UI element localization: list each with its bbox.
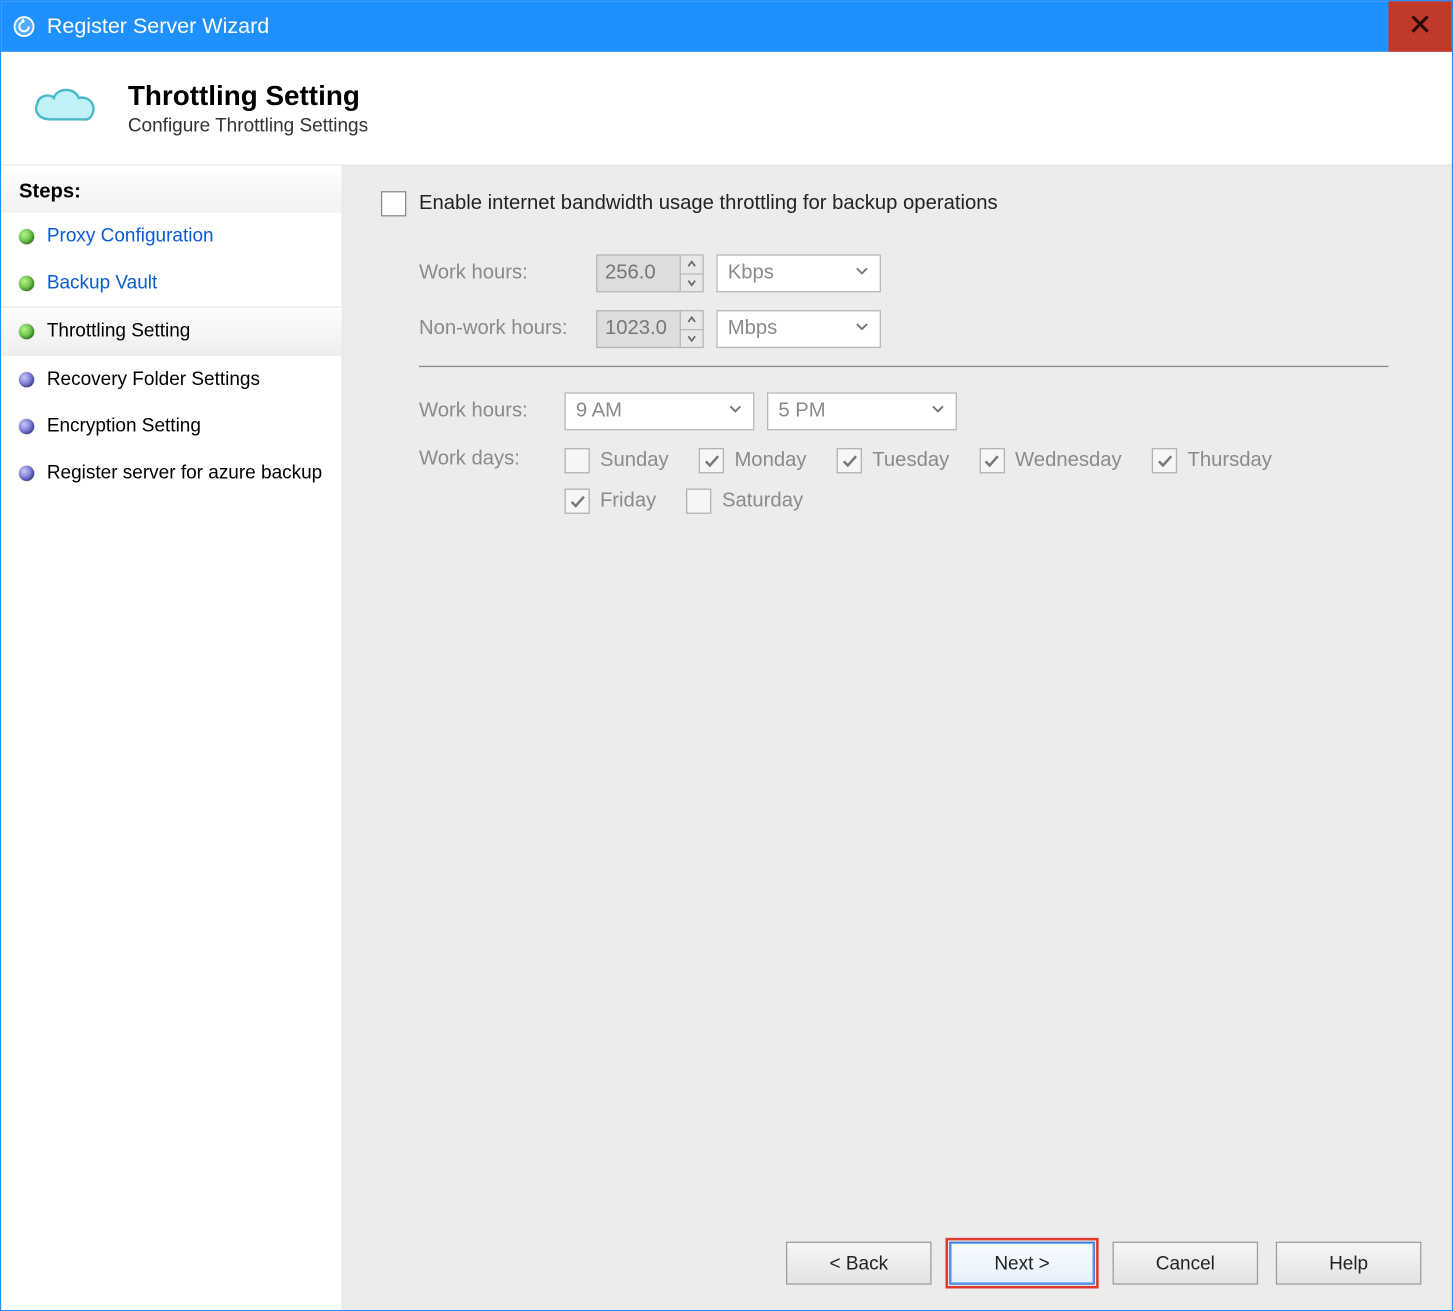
help-button[interactable]: Help: [1276, 1242, 1422, 1285]
next-button[interactable]: Next >: [949, 1242, 1095, 1285]
work-day-option[interactable]: Thursday: [1152, 448, 1272, 473]
enable-throttling-label: Enable internet bandwidth usage throttli…: [419, 192, 998, 215]
work-start-select[interactable]: 9 AM: [565, 392, 755, 430]
spinner-down-icon[interactable]: [681, 274, 703, 291]
back-button[interactable]: < Back: [786, 1242, 932, 1285]
chevron-down-icon: [728, 400, 743, 423]
close-icon: [1410, 12, 1430, 41]
enable-throttling-checkbox[interactable]: [381, 191, 406, 216]
steps-sidebar: Steps: Proxy Configuration Backup Vault Th…: [1, 166, 343, 1310]
work-day-checkbox[interactable]: [1152, 448, 1177, 473]
page-title: Throttling Setting: [128, 80, 368, 113]
step-item[interactable]: Recovery Folder Settings: [1, 356, 341, 403]
page-subtitle: Configure Throttling Settings: [128, 115, 368, 137]
work-day-label: Monday: [734, 449, 806, 472]
step-bullet-icon: [19, 371, 34, 386]
step-item[interactable]: Proxy Configuration: [1, 213, 341, 260]
step-label: Proxy Configuration: [47, 225, 214, 247]
step-bullet-icon: [19, 228, 34, 243]
work-day-checkbox[interactable]: [565, 489, 590, 514]
work-day-checkbox[interactable]: [565, 448, 590, 473]
step-bullet-icon: [19, 275, 34, 290]
step-item[interactable]: Backup Vault: [1, 259, 341, 306]
work-day-option[interactable]: Wednesday: [980, 448, 1122, 473]
chevron-down-icon: [854, 262, 869, 285]
nonwork-hours-bw-input[interactable]: 1023.0: [596, 310, 704, 348]
nonwork-hours-bw-label: Non-work hours:: [419, 318, 584, 341]
app-icon: [11, 14, 36, 39]
work-hours-bw-input[interactable]: 256.0: [596, 254, 704, 292]
work-day-label: Sunday: [600, 449, 669, 472]
work-hours-bw-spinner[interactable]: [680, 256, 703, 291]
work-day-option[interactable]: Saturday: [687, 489, 804, 514]
work-hours-bw-label: Work hours:: [419, 262, 584, 285]
chevron-down-icon: [930, 400, 945, 423]
step-bullet-icon: [19, 418, 34, 433]
work-day-option[interactable]: Friday: [565, 489, 657, 514]
work-day-option[interactable]: Monday: [699, 448, 806, 473]
nonwork-hours-bw-spinner[interactable]: [680, 311, 703, 346]
work-days-label: Work days:: [419, 448, 552, 471]
work-day-checkbox[interactable]: [837, 448, 862, 473]
work-hours-time-label: Work hours:: [419, 400, 552, 423]
section-divider: [419, 366, 1389, 367]
main-panel: Enable internet bandwidth usage throttli…: [343, 166, 1452, 1310]
work-day-checkbox[interactable]: [699, 448, 724, 473]
cloud-icon: [27, 80, 103, 137]
work-end-select[interactable]: 5 PM: [767, 392, 957, 430]
chevron-down-icon: [854, 318, 869, 341]
step-label: Recovery Folder Settings: [47, 368, 260, 390]
close-button[interactable]: [1388, 1, 1451, 52]
step-item[interactable]: Throttling Setting: [1, 306, 341, 355]
work-day-checkbox[interactable]: [687, 489, 712, 514]
nonwork-hours-unit-select[interactable]: Mbps: [716, 310, 881, 348]
work-day-label: Thursday: [1187, 449, 1271, 472]
step-item[interactable]: Encryption Setting: [1, 402, 341, 449]
spinner-down-icon[interactable]: [681, 330, 703, 347]
spinner-up-icon[interactable]: [681, 256, 703, 274]
work-day-label: Tuesday: [872, 449, 949, 472]
step-label: Register server for azure backup: [47, 462, 322, 484]
titlebar: Register Server Wizard: [1, 1, 1451, 52]
wizard-window: Register Server Wizard Throttling Settin…: [0, 0, 1453, 1311]
cancel-button[interactable]: Cancel: [1113, 1242, 1259, 1285]
step-label: Encryption Setting: [47, 415, 201, 437]
step-item[interactable]: Register server for azure backup: [1, 449, 341, 496]
steps-heading: Steps:: [1, 171, 341, 213]
work-hours-unit-select[interactable]: Kbps: [716, 254, 881, 292]
step-label: Backup Vault: [47, 272, 157, 294]
work-day-label: Saturday: [722, 490, 803, 513]
work-day-label: Friday: [600, 490, 656, 513]
work-day-option[interactable]: Tuesday: [837, 448, 949, 473]
work-day-option[interactable]: Sunday: [565, 448, 669, 473]
wizard-header: Throttling Setting Configure Throttling …: [1, 52, 1451, 166]
window-title: Register Server Wizard: [47, 14, 269, 39]
wizard-footer: < Back Next > Cancel Help: [786, 1242, 1421, 1285]
step-label: Throttling Setting: [47, 320, 191, 342]
work-day-checkbox[interactable]: [980, 448, 1005, 473]
step-bullet-icon: [19, 465, 34, 480]
work-day-label: Wednesday: [1015, 449, 1122, 472]
spinner-up-icon[interactable]: [681, 311, 703, 329]
step-bullet-icon: [19, 323, 34, 338]
